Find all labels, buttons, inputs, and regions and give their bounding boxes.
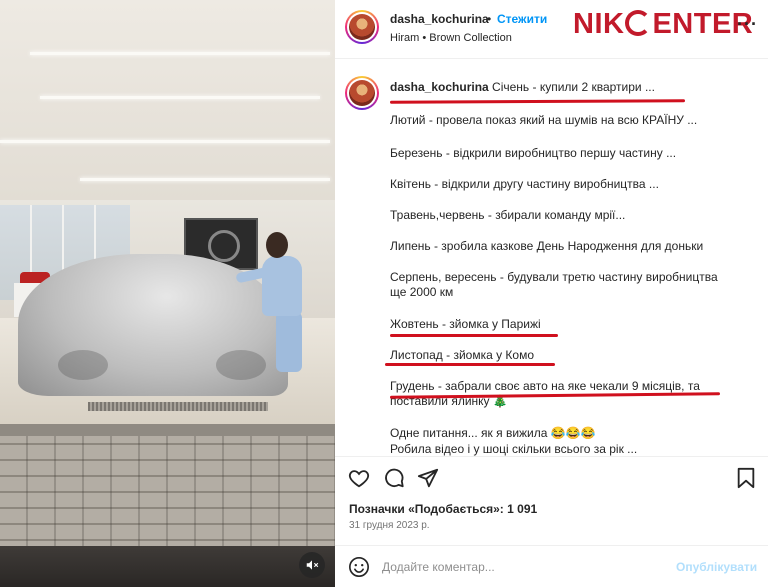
paving-stones bbox=[0, 436, 335, 587]
post-side-panel: dasha_kochurina • Стежити Hiram • Brown … bbox=[335, 0, 768, 587]
red-underline bbox=[385, 363, 555, 366]
comment-divider bbox=[335, 545, 768, 546]
publish-button[interactable]: Опублікувати bbox=[676, 560, 757, 574]
share-button[interactable] bbox=[416, 466, 440, 490]
send-icon bbox=[417, 468, 439, 488]
comment-input[interactable] bbox=[382, 556, 662, 578]
caption-line: Листопад - зйомка у Комо bbox=[390, 348, 535, 362]
ceiling-light bbox=[30, 52, 330, 55]
save-button[interactable] bbox=[734, 466, 758, 490]
red-underline bbox=[390, 334, 558, 337]
caption-text: Січень - купили 2 квартири ... bbox=[492, 80, 655, 94]
caption-line: Липень - зробила казкове День Народження… bbox=[390, 239, 704, 253]
floor-grate bbox=[88, 402, 268, 411]
caption-first-line: dasha_kochurina Січень - купили 2 кварти… bbox=[390, 80, 740, 95]
likes-count[interactable]: Позначки «Подобається»: 1 091 bbox=[349, 502, 537, 516]
woman-figure bbox=[235, 230, 306, 375]
follow-button[interactable]: Стежити bbox=[497, 12, 547, 26]
caption-line: Лютий - провела показ який на шумів на в… bbox=[390, 113, 698, 127]
header-username[interactable]: dasha_kochurina bbox=[390, 12, 489, 26]
post-date[interactable]: 31 грудня 2023 р. bbox=[349, 520, 430, 531]
red-underline bbox=[389, 99, 686, 104]
header-location[interactable]: Hiram • Brown Collection bbox=[390, 32, 512, 44]
photo-ceiling bbox=[0, 0, 335, 200]
header-avatar[interactable] bbox=[345, 10, 379, 44]
caption-line: Травень,червень - збирали команду мрії..… bbox=[390, 208, 626, 222]
emoji-button[interactable] bbox=[348, 556, 370, 578]
caption-line: Квітень - відкрили другу частину виробни… bbox=[390, 177, 659, 191]
smiley-icon bbox=[349, 557, 369, 577]
more-options-button[interactable]: ··· bbox=[737, 14, 758, 35]
header-divider bbox=[335, 58, 768, 59]
mute-button[interactable] bbox=[299, 552, 325, 578]
comment-button[interactable] bbox=[382, 466, 406, 490]
curb bbox=[0, 424, 335, 436]
caption-line: Одне питання... як я вижила 😂😂😂 bbox=[390, 426, 596, 440]
post-photo[interactable] bbox=[0, 0, 335, 587]
caption-username[interactable]: dasha_kochurina bbox=[390, 80, 489, 94]
actions-divider bbox=[335, 456, 768, 457]
caption-line: Жовтень - зйомка у Парижі bbox=[390, 317, 541, 331]
nikcenter-watermark-logo: NIK ENTER bbox=[573, 8, 754, 40]
caption-avatar[interactable] bbox=[345, 76, 379, 110]
caption-line: Серпень, вересень - будували третю части… bbox=[390, 270, 718, 299]
like-button[interactable] bbox=[347, 466, 371, 490]
header-dot: • bbox=[487, 12, 492, 26]
speaker-muted-icon bbox=[306, 560, 319, 570]
caption-line: Робила відео і у шоці скільки всього за … bbox=[390, 442, 638, 456]
comment-icon bbox=[385, 468, 404, 488]
ceiling-light bbox=[0, 140, 330, 143]
ceiling-light bbox=[80, 178, 330, 181]
caption-line: Березень - відкрили виробництво першу ча… bbox=[390, 146, 677, 160]
heart-icon bbox=[348, 470, 370, 488]
bookmark-icon bbox=[737, 467, 755, 489]
ceiling-light bbox=[40, 96, 320, 99]
more-horizontal-icon: ··· bbox=[737, 14, 758, 34]
